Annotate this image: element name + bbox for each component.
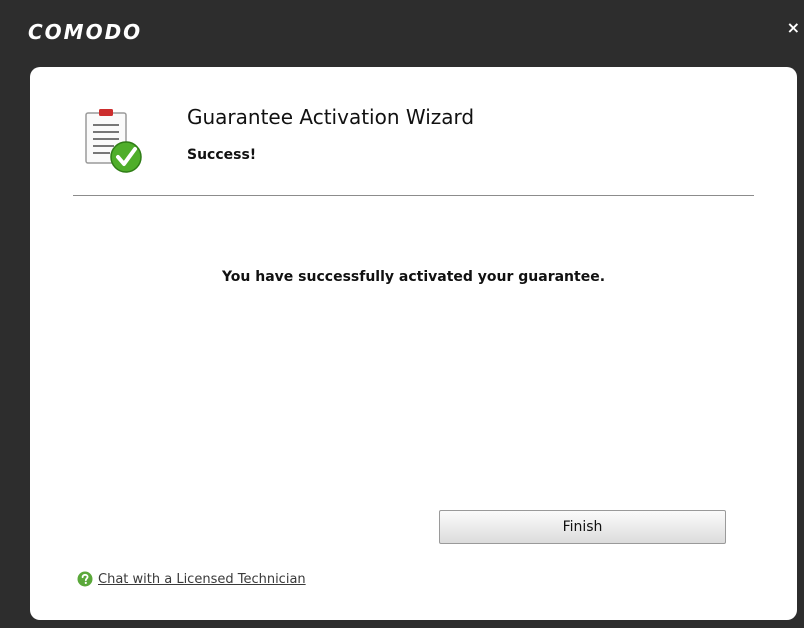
success-message: You have successfully activated your gua… bbox=[221, 269, 606, 285]
close-button[interactable]: × bbox=[787, 20, 800, 36]
wizard-window: COMODO × Guarantee Activation Wizard Suc… bbox=[0, 0, 804, 628]
header-divider bbox=[73, 195, 754, 196]
document-check-icon bbox=[85, 109, 142, 173]
title-bar[interactable]: COMODO × bbox=[0, 0, 804, 58]
content-panel: Guarantee Activation Wizard Success! You… bbox=[30, 67, 797, 620]
help-link-row[interactable]: Chat with a Licensed Technician bbox=[77, 569, 306, 589]
finish-button[interactable]: Finish bbox=[439, 510, 726, 544]
wizard-title: Guarantee Activation Wizard bbox=[187, 105, 475, 129]
chat-technician-link[interactable]: Chat with a Licensed Technician bbox=[98, 572, 306, 587]
wizard-subtitle: Success! bbox=[187, 147, 257, 163]
question-icon bbox=[77, 571, 93, 587]
brand-logo: COMODO bbox=[28, 20, 143, 44]
